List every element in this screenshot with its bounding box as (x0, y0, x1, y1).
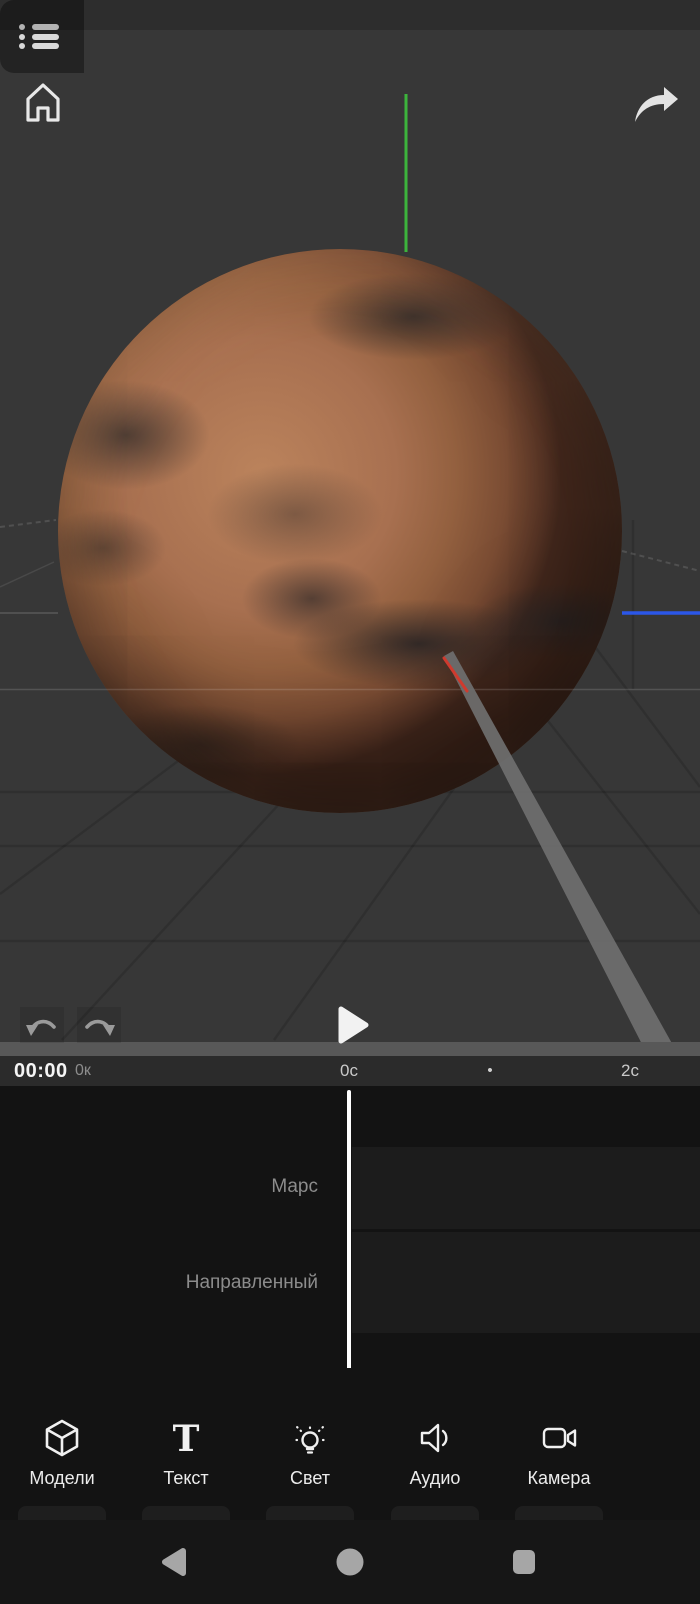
svg-text:T: T (173, 1418, 200, 1458)
nav-home-button[interactable] (310, 1520, 390, 1604)
current-time: 00:00 (14, 1060, 68, 1082)
toolbar-label: Аудио (409, 1468, 461, 1488)
tool-tray (266, 1506, 354, 1520)
play-button[interactable] (330, 1002, 374, 1048)
recents-icon (513, 1550, 535, 1574)
redo-button[interactable] (77, 1007, 121, 1043)
undo-button[interactable] (20, 1007, 64, 1043)
ruler-tick-dot: • (487, 1062, 493, 1079)
toolbar-item-camera[interactable]: Камера (515, 1418, 603, 1489)
toolbar-item-models[interactable]: Модели (18, 1418, 106, 1489)
timeline-ruler[interactable]: 00:00 0к 0с • 2с (0, 1056, 700, 1086)
redo-icon (85, 1019, 115, 1036)
home-button[interactable] (20, 78, 66, 128)
playhead[interactable] (347, 1090, 351, 1395)
camera-icon (542, 1427, 577, 1449)
nav-recents-button[interactable] (484, 1520, 564, 1604)
track-clip-mars[interactable] (352, 1147, 700, 1229)
back-icon (162, 1548, 186, 1576)
home-icon (26, 83, 60, 122)
status-bar-dim (0, 0, 700, 30)
light-icon (292, 1421, 328, 1454)
cube-icon (45, 1419, 79, 1457)
toolbar-item-audio[interactable]: Аудио (391, 1418, 479, 1489)
toolbar-label: Модели (29, 1468, 95, 1488)
undo-icon (26, 1019, 56, 1036)
toolbar-label: Свет (289, 1468, 331, 1488)
track-label-mars[interactable]: Марс (271, 1176, 318, 1198)
mars-planet-model[interactable] (58, 249, 622, 813)
share-button[interactable] (628, 80, 684, 130)
audio-icon (420, 1423, 448, 1453)
share-icon (635, 87, 678, 122)
tool-tray (142, 1506, 230, 1520)
current-frame: 0к (75, 1062, 91, 1079)
toolbar-label: Камера (527, 1468, 591, 1488)
tool-tray (391, 1506, 479, 1520)
text-icon: T (173, 1418, 200, 1458)
toolbar-item-light[interactable]: Свет (266, 1418, 354, 1489)
ruler-tick-2s: 2с (621, 1061, 639, 1080)
3d-viewport[interactable] (0, 0, 700, 1056)
nav-home-icon (336, 1548, 364, 1576)
track-label-directional[interactable]: Направленный (186, 1272, 318, 1294)
nav-back-button[interactable] (134, 1520, 214, 1604)
tool-tray (18, 1506, 106, 1520)
ruler-tick-0s: 0с (340, 1061, 358, 1080)
toolbar-label: Текст (163, 1468, 209, 1488)
bottom-toolbar: Модели T Текст Свет Аудио Камера (0, 1368, 700, 1520)
android-navbar (0, 1520, 700, 1604)
app-screen: 00:00 0к 0с • 2с Марс Направленный Модел… (0, 0, 700, 1604)
track-clip-light[interactable] (352, 1232, 700, 1333)
play-icon (338, 1006, 369, 1044)
toolbar-item-text[interactable]: T Текст (142, 1418, 230, 1489)
tool-tray (515, 1506, 603, 1520)
